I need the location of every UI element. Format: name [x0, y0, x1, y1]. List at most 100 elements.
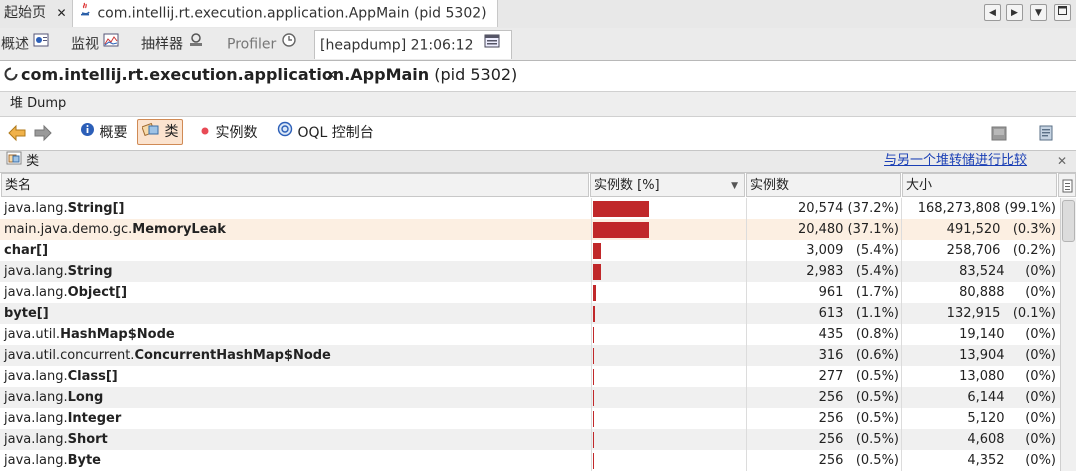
classes-panel-header: 类 与另一个堆转储进行比较 ✕	[0, 150, 1076, 173]
size-cell: 4,352 (0%)	[967, 453, 1056, 468]
size-cell: 83,524 (0%)	[959, 264, 1056, 279]
classes-icon	[141, 120, 160, 144]
size-cell: 80,888 (0%)	[959, 285, 1056, 300]
column-chooser-icon[interactable]	[1058, 173, 1076, 197]
heap-dump-header: 堆 Dump	[0, 91, 1076, 117]
size-cell: 5,120 (0%)	[967, 411, 1056, 426]
maximize-icon[interactable]	[1054, 4, 1071, 21]
tab-overview[interactable]: 概述	[0, 30, 49, 59]
instances-pct-bar	[593, 327, 594, 343]
column-label: 实例数	[750, 178, 790, 193]
tab-heapdump[interactable]: [heapdump] 21:06:12 ✕	[314, 30, 512, 82]
tab-profiler[interactable]: Profiler	[226, 30, 297, 59]
instances-pct-bar	[593, 411, 594, 427]
class-name-cell: java.lang.Long	[4, 387, 103, 408]
column-header-class-name[interactable]: 类名	[1, 173, 589, 197]
instances-pct-bar	[593, 348, 594, 364]
class-name-cell: java.util.HashMap$Node	[4, 324, 175, 345]
tab-label: 概述	[1, 36, 29, 53]
classes-button[interactable]: 类	[137, 119, 184, 145]
size-cell: 491,520 (0.3%)	[946, 222, 1056, 237]
tab-label: [heapdump] 21:06:12	[320, 37, 474, 54]
class-name-cell: java.lang.String	[4, 261, 113, 282]
close-icon[interactable]: ✕	[56, 6, 66, 20]
tab-label: Profiler	[227, 36, 277, 53]
instances-button[interactable]: 实例数	[199, 121, 257, 145]
instances-pct-cell	[592, 282, 744, 303]
size-cell: 19,140 (0%)	[959, 327, 1056, 342]
instances-pct-cell	[592, 450, 744, 471]
compare-heap-dump-link[interactable]: 与另一个堆转储进行比较	[884, 151, 1027, 171]
simple-class-name: Integer	[67, 411, 122, 426]
package-name: java.lang.	[4, 369, 68, 384]
column-label: 大小	[906, 178, 933, 193]
heapdump-icon	[484, 31, 500, 60]
instances-cell: 2,983 (5.4%)	[806, 264, 899, 279]
classes-label: 类	[164, 124, 179, 140]
oql-icon	[277, 121, 293, 145]
instances-cell: 277 (0.5%)	[818, 369, 899, 384]
column-label: 实例数 [%]	[594, 178, 660, 193]
instances-pct-cell	[592, 219, 744, 240]
instances-cell: 316 (0.6%)	[818, 348, 899, 363]
tab-sampler[interactable]: 抽样器	[140, 30, 205, 59]
dump-settings-icon[interactable]	[1037, 121, 1055, 145]
class-name-cell: java.lang.Short	[4, 429, 108, 450]
simple-class-name: char[]	[4, 243, 49, 258]
size-cell: 168,273,808 (99.1%)	[917, 201, 1056, 216]
instances-pct-cell	[592, 345, 744, 366]
summary-label: 概要	[99, 125, 128, 141]
clock-icon	[281, 30, 297, 59]
loading-icon	[4, 63, 18, 89]
instances-cell: 613 (1.1%)	[818, 306, 899, 321]
scrollbar-thumb[interactable]	[1062, 200, 1075, 242]
classes-panel-title: 类	[26, 154, 40, 169]
close-icon[interactable]: ✕	[1057, 151, 1067, 171]
back-icon[interactable]	[7, 121, 27, 145]
chevron-down-icon[interactable]: ▼	[1030, 4, 1047, 21]
size-cell: 6,144 (0%)	[967, 390, 1056, 405]
oql-console-button[interactable]: OQL 控制台	[277, 121, 374, 145]
column-header-instances[interactable]: 实例数	[746, 173, 901, 197]
snapshot-icon[interactable]	[990, 121, 1008, 145]
tab-monitor[interactable]: 监视	[70, 30, 119, 59]
tab-start-page[interactable]: 起始页 ✕	[0, 0, 71, 27]
simple-class-name: MemoryLeak	[132, 222, 226, 237]
pid-label: (pid 5302)	[434, 65, 518, 84]
instances-pct-cell	[592, 303, 744, 324]
package-name: java.util.	[4, 327, 61, 342]
summary-button[interactable]: 概要	[80, 121, 127, 145]
instances-cell: 961 (1.7%)	[818, 285, 899, 300]
simple-class-name: ConcurrentHashMap$Node	[134, 348, 331, 363]
instances-cell: 256 (0.5%)	[818, 432, 899, 447]
instances-pct-bar	[593, 453, 594, 469]
package-name: java.lang.	[4, 201, 68, 216]
instances-pct-cell	[592, 429, 744, 450]
instances-pct-cell	[592, 387, 744, 408]
tab-label: 起始页	[4, 5, 46, 21]
class-name-cell: java.lang.String[]	[4, 198, 124, 219]
instances-pct-cell	[592, 261, 744, 282]
forward-icon[interactable]	[33, 121, 53, 145]
monitor-chart-icon	[103, 30, 119, 59]
column-header-size[interactable]: 大小	[902, 173, 1057, 197]
info-document-icon	[33, 30, 49, 59]
column-header-instances-pct[interactable]: 实例数 [%] ▼	[590, 173, 745, 197]
package-name: java.lang.	[4, 411, 68, 426]
size-cell: 13,904 (0%)	[959, 348, 1056, 363]
instances-pct-bar	[593, 201, 649, 217]
size-cell: 132,915 (0.1%)	[946, 306, 1056, 321]
simple-class-name: byte[]	[4, 306, 49, 321]
info-icon	[80, 121, 95, 145]
scroll-left-icon[interactable]: ◀	[984, 4, 1001, 21]
heap-dump-label: 堆 Dump	[10, 96, 67, 111]
class-name-cell: char[]	[4, 240, 48, 261]
instances-label: 实例数	[215, 125, 258, 141]
heap-toolbar: 概要 类 实例数 OQL 控制台	[0, 116, 1076, 148]
package-name: java.lang.	[4, 453, 68, 468]
instances-pct-bar	[593, 390, 594, 406]
scroll-right-icon[interactable]: ▶	[1006, 4, 1023, 21]
size-cell: 4,608 (0%)	[967, 432, 1056, 447]
document-tab-bar: 起始页 ✕ com.intellij.rt.execution.applicat…	[0, 0, 1076, 48]
tab-appmain[interactable]: com.intellij.rt.execution.application.Ap…	[72, 0, 498, 48]
